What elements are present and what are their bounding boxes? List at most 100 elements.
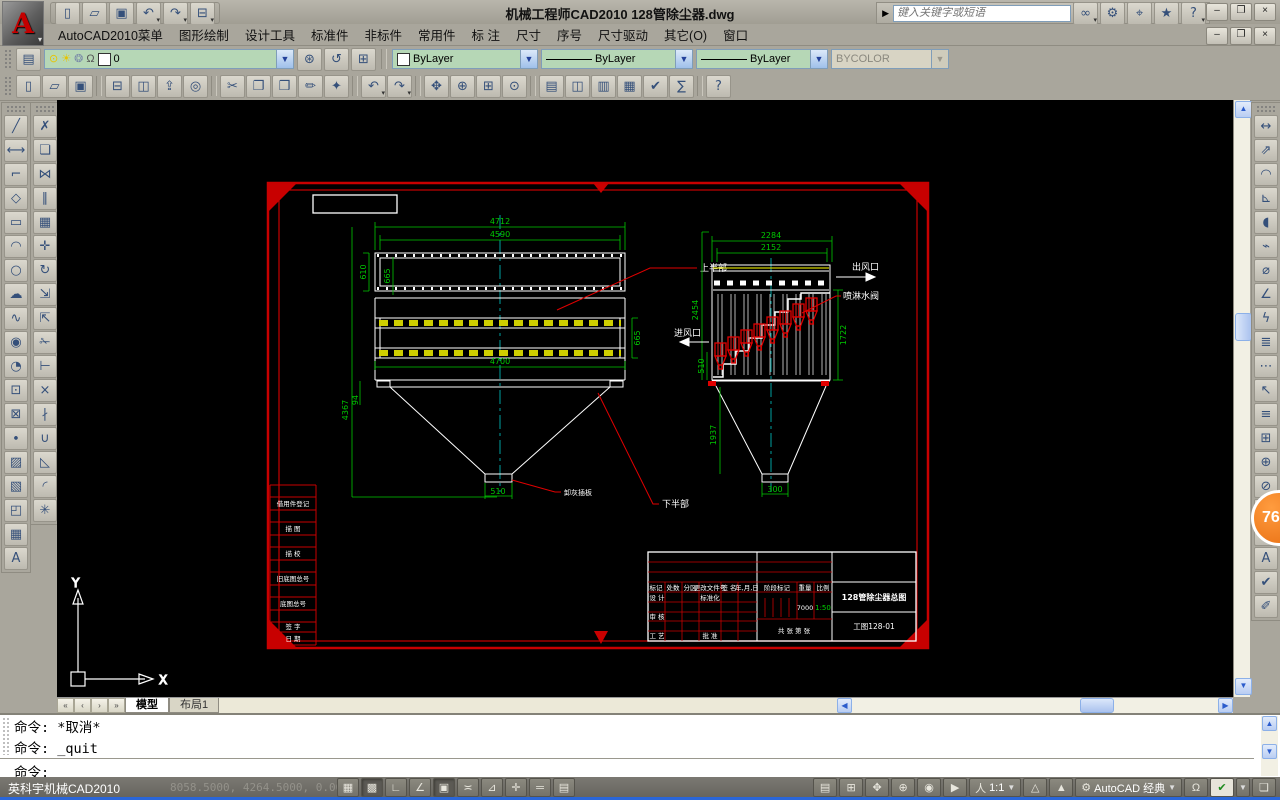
plot-preview-button[interactable]: ◫ <box>131 74 156 98</box>
toolbar-grip[interactable] <box>4 76 11 96</box>
publish-button[interactable]: ⇪ <box>157 74 182 98</box>
polygon-button[interactable]: ◇ <box>4 187 28 210</box>
multiline-text-button[interactable]: A <box>4 547 28 570</box>
save-button[interactable]: ▣ <box>68 74 93 98</box>
doc-minimize-button[interactable]: – <box>1206 27 1228 45</box>
make-block-button[interactable]: ⊠ <box>4 403 28 426</box>
search-input[interactable] <box>893 4 1071 22</box>
trim-button[interactable]: ✁ <box>33 331 57 354</box>
menu-item-1[interactable]: 图形绘制 <box>171 23 237 46</box>
color-select[interactable]: ByLayer ▼ <box>392 49 538 69</box>
gradient-button[interactable]: ▧ <box>4 475 28 498</box>
layer-select[interactable]: ⊙ ☀ ❂ Ω 0 ▼ <box>44 49 294 69</box>
paste-button[interactable]: ❒ <box>272 74 297 98</box>
pan-button[interactable]: ✥ <box>424 74 449 98</box>
array-button[interactable]: ▦ <box>33 211 57 234</box>
menu-item-2[interactable]: 设计工具 <box>237 23 303 46</box>
layer-on-bulb-icon[interactable]: ⊙ <box>49 53 58 65</box>
hatch-button[interactable]: ▨ <box>4 451 28 474</box>
designcenter-button[interactable]: ◫ <box>565 74 590 98</box>
redo-button[interactable]: ↷ ▾ <box>163 1 188 25</box>
toolbar-grip[interactable] <box>35 105 55 112</box>
command-scrollbar[interactable]: ▲ ▼ <box>1261 716 1278 776</box>
ordinate-dimension-button[interactable]: ⊾ <box>1254 187 1278 210</box>
toolbar-grip[interactable] <box>6 105 26 112</box>
menu-item-5[interactable]: 常用件 <box>410 23 464 46</box>
otrack-toggle[interactable]: ≍ <box>457 778 479 797</box>
pan-button[interactable]: ✥ <box>865 778 890 797</box>
doc-restore-button[interactable]: ❐ <box>1230 27 1252 45</box>
linear-dimension-button[interactable]: ↔ <box>1254 115 1278 138</box>
annotation-visibility-button[interactable]: △ <box>1023 778 1048 797</box>
scale-button[interactable]: ⇲ <box>33 283 57 306</box>
undo-button[interactable]: ↶ ▾ <box>136 1 161 25</box>
command-window[interactable]: 命令: *取消* 命令: _quit 命令: ▲ ▼ <box>0 713 1280 781</box>
stretch-button[interactable]: ⇱ <box>33 307 57 330</box>
osnap-toggle[interactable]: ▣ <box>433 778 455 797</box>
menu-item-7[interactable]: 尺寸 <box>508 23 549 46</box>
app-logo[interactable]: A ▾ <box>2 1 44 46</box>
quick-leader-button[interactable]: ↖ <box>1254 379 1278 402</box>
layer-unlock-icon[interactable]: Ω <box>86 53 94 65</box>
ortho-toggle[interactable]: ∟ <box>385 778 407 797</box>
layer-states-button[interactable]: ⊞ <box>351 47 376 71</box>
move-button[interactable]: ✛ <box>33 235 57 258</box>
polyline-button[interactable]: ⌐ <box>4 163 28 186</box>
undo-button[interactable]: ↶ ▾ <box>361 74 386 98</box>
break-button[interactable]: ∤ <box>33 403 57 426</box>
color-select-chevron-icon[interactable]: ▼ <box>520 50 537 68</box>
favorites-button[interactable]: ★ <box>1154 1 1179 25</box>
quick-properties-toggle[interactable]: ▤ <box>553 778 575 797</box>
new-button[interactable]: ▯ <box>16 74 41 98</box>
vertical-scroll-thumb[interactable] <box>1235 313 1252 341</box>
quickcalc-button[interactable]: ∑ <box>669 74 694 98</box>
command-scroll-up-icon[interactable]: ▲ <box>1262 716 1277 731</box>
layer-viewport-freeze-icon[interactable]: ❂ <box>74 53 83 65</box>
menu-item-8[interactable]: 序号 <box>549 23 590 46</box>
scroll-up-icon[interactable]: ▲ <box>1235 101 1252 118</box>
zoom-previous-button[interactable]: ⊙ <box>502 74 527 98</box>
infocenter-expand-icon[interactable]: ▶ <box>880 8 891 19</box>
next-tab-button[interactable]: › <box>91 698 108 713</box>
close-button[interactable]: × <box>1254 3 1276 21</box>
showmotion-button[interactable]: ▶ <box>943 778 968 797</box>
insert-block-button[interactable]: ⊡ <box>4 379 28 402</box>
lineweight-toggle[interactable]: ═ <box>529 778 551 797</box>
toolbar-grip[interactable] <box>4 49 11 69</box>
steering-wheel-button[interactable]: ◉ <box>917 778 942 797</box>
plot-button[interactable]: ⊟ <box>105 74 130 98</box>
markup-button[interactable]: ✔ <box>643 74 668 98</box>
ellipse-button[interactable]: ◉ <box>4 331 28 354</box>
offset-button[interactable]: ∥ <box>33 187 57 210</box>
polar-toggle[interactable]: ∠ <box>409 778 431 797</box>
save-button[interactable]: ▣ <box>109 1 134 25</box>
annotation-scale-button[interactable]: 人 1:1 ▼ <box>969 778 1022 797</box>
tab-model[interactable]: 模型 <box>125 698 169 713</box>
layer-properties-manager-button[interactable]: ▤ <box>16 47 41 71</box>
linetype-select-chevron-icon[interactable]: ▼ <box>675 50 692 68</box>
zoom-realtime-button[interactable]: ⊕ <box>450 74 475 98</box>
mirror-button[interactable]: ⋈ <box>33 163 57 186</box>
prev-tab-button[interactable]: ‹ <box>74 698 91 713</box>
menu-item-11[interactable]: 窗口 <box>715 23 756 46</box>
ducs-toggle[interactable]: ⊿ <box>481 778 503 797</box>
dimension-style-button[interactable]: ✐ <box>1254 595 1278 618</box>
quick-view-layouts-button[interactable]: ⊞ <box>839 778 864 797</box>
continue-dimension-button[interactable]: ⋯ <box>1254 355 1278 378</box>
status-menu-button[interactable]: ▼ <box>1236 778 1250 797</box>
ellipse-arc-button[interactable]: ◔ <box>4 355 28 378</box>
lineweight-select[interactable]: ByLayer ▼ <box>696 49 828 69</box>
fillet-button[interactable]: ◜ <box>33 475 57 498</box>
new-button[interactable]: ▯ <box>55 1 80 25</box>
construction-line-button[interactable]: ⟷ <box>4 139 28 162</box>
dimension-text-edit-button[interactable]: A <box>1254 547 1278 570</box>
tool-palettes-button[interactable]: ▥ <box>591 74 616 98</box>
restore-button[interactable]: ❐ <box>1230 3 1252 21</box>
quick-dimension-button[interactable]: ϟ <box>1254 307 1278 330</box>
first-tab-button[interactable]: « <box>57 698 74 713</box>
toolbar-lock-button[interactable]: Ω <box>1184 778 1208 797</box>
communication-center-button[interactable]: ⚙ <box>1100 1 1125 25</box>
canvas-horizontal-scrollbar[interactable]: ◀ ▶ <box>837 698 1233 713</box>
tolerance-button[interactable]: ⊞ <box>1254 427 1278 450</box>
diameter-dimension-button[interactable]: ⌀ <box>1254 259 1278 282</box>
